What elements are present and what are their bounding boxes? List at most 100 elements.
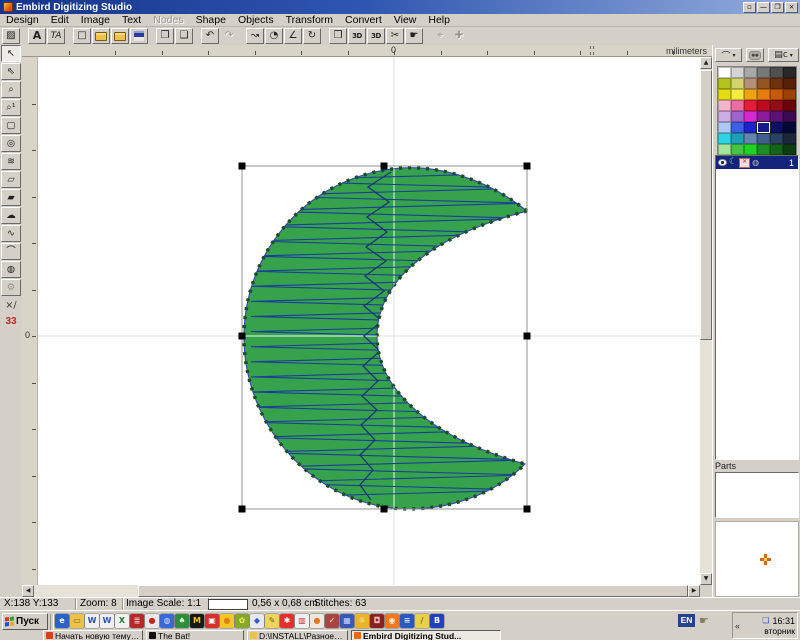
palette-color-1-2[interactable]: [744, 78, 757, 89]
close-button[interactable]: ×: [785, 2, 798, 13]
select-tool[interactable]: ↖: [1, 45, 21, 62]
selection-handle[interactable]: [239, 506, 246, 513]
text-edit-button[interactable]: TA: [47, 28, 65, 44]
menu-transform[interactable]: Transform: [280, 14, 339, 26]
palette-color-6-2[interactable]: [744, 133, 757, 144]
scroll-up-button[interactable]: ▲: [700, 57, 712, 69]
palette-color-2-0[interactable]: [718, 89, 731, 100]
palette-color-5-2[interactable]: [744, 122, 757, 133]
ql-orange-ball-icon[interactable]: ●: [310, 614, 324, 628]
horizontal-scrollbar[interactable]: ◀ ▶: [22, 585, 700, 597]
transform-button[interactable]: ↝: [246, 28, 264, 44]
ql-word-doc-icon[interactable]: W: [100, 614, 114, 628]
object-row-selected[interactable]: ☾ ✕ ◍ 1: [716, 156, 798, 169]
palette-color-1-0[interactable]: [718, 78, 731, 89]
ql-tools-icon[interactable]: ✓: [325, 614, 339, 628]
zoom-1to1-tool[interactable]: ⌕¹: [1, 99, 21, 116]
text-tool-button[interactable]: A: [28, 28, 46, 44]
palette-color-2-2[interactable]: [744, 89, 757, 100]
crescent-design[interactable]: [38, 57, 700, 585]
palette-color-6-4[interactable]: [770, 133, 783, 144]
ql-books-icon[interactable]: ≣: [130, 614, 144, 628]
ql-package-icon[interactable]: ▥: [295, 614, 309, 628]
palette-color-1-1[interactable]: [731, 78, 744, 89]
ql-the-bat-icon[interactable]: M: [190, 614, 204, 628]
palette-color-5-5[interactable]: [783, 122, 796, 133]
menu-design[interactable]: Design: [0, 14, 45, 26]
palette-color-6-3[interactable]: [757, 133, 770, 144]
object-list[interactable]: ☾ ✕ ◍ 1: [715, 155, 799, 460]
create-outline-tool[interactable]: ◎: [1, 135, 21, 152]
ql-notes-icon[interactable]: ✎: [265, 614, 279, 628]
palette-color-2-4[interactable]: [770, 89, 783, 100]
palette-color-0-2[interactable]: [744, 67, 757, 78]
palette-color-5-0[interactable]: [718, 122, 731, 133]
vertical-scroll-thumb[interactable]: [700, 70, 712, 340]
ql-badge-icon[interactable]: ●: [145, 614, 159, 628]
open-button[interactable]: [92, 28, 110, 44]
view-3d-button[interactable]: 3D: [348, 28, 366, 44]
ql-folder-icon[interactable]: ▭: [70, 614, 84, 628]
palette-color-4-1[interactable]: [731, 111, 744, 122]
start-button[interactable]: Пуск: [2, 613, 48, 630]
save-button[interactable]: [130, 28, 148, 44]
palette-color-3-4[interactable]: [770, 100, 783, 111]
shade-button[interactable]: ▫: [743, 2, 756, 13]
palette-color-7-3[interactable]: [757, 144, 770, 155]
language-indicator[interactable]: EN: [678, 614, 695, 627]
palette-color-0-3[interactable]: [757, 67, 770, 78]
scroll-left-button[interactable]: ◀: [22, 585, 34, 597]
sew-simulator-button[interactable]: [746, 48, 764, 62]
import-button[interactable]: [111, 28, 129, 44]
taskbar-window-2[interactable]: The Bat!: [146, 630, 244, 640]
palette-color-4-4[interactable]: [770, 111, 783, 122]
freehand-tool[interactable]: ☁: [1, 207, 21, 224]
ql-bluetooth-icon[interactable]: B: [430, 614, 444, 628]
angle-button[interactable]: ∠: [284, 28, 302, 44]
menu-image[interactable]: Image: [75, 14, 116, 26]
design-canvas[interactable]: [38, 57, 700, 585]
menu-shape[interactable]: Shape: [190, 14, 232, 26]
ql-word-icon[interactable]: W: [85, 614, 99, 628]
palette-color-7-0[interactable]: [718, 144, 731, 155]
frame-button[interactable]: ❒: [329, 28, 347, 44]
palette-color-4-5[interactable]: [783, 111, 796, 122]
palette-color-0-1[interactable]: [731, 67, 744, 78]
fill-pattern-dropdown[interactable]: ▤ c ▾: [768, 48, 799, 62]
palette-color-0-5[interactable]: [783, 67, 796, 78]
palette-color-2-1[interactable]: [731, 89, 744, 100]
ql-diamond-icon[interactable]: ◆: [250, 614, 264, 628]
tray-expand-chevron[interactable]: «: [735, 621, 740, 631]
taskbar-window-3[interactable]: D:\INSTALL\Разное\Embird: [247, 630, 348, 640]
ql-lines-icon[interactable]: ≡: [400, 614, 414, 628]
zigzag-tool[interactable]: ∿: [1, 225, 21, 242]
palette-color-3-2[interactable]: [744, 100, 757, 111]
undo-button[interactable]: ↶: [201, 28, 219, 44]
palette-color-6-0[interactable]: [718, 133, 731, 144]
ql-plant-icon[interactable]: ♠: [175, 614, 189, 628]
create-fill-tool[interactable]: ▢: [1, 117, 21, 134]
palette-color-1-3[interactable]: [757, 78, 770, 89]
menu-objects[interactable]: Objects: [232, 14, 280, 26]
ql-orange-disc-icon[interactable]: ◉: [385, 614, 399, 628]
column-shear-tool[interactable]: ▰: [1, 189, 21, 206]
ql-palette-icon[interactable]: ✿: [235, 614, 249, 628]
ql-excel-icon[interactable]: X: [115, 614, 129, 628]
stitch-edit-button[interactable]: ✂: [386, 28, 404, 44]
palette-color-5-1[interactable]: [731, 122, 744, 133]
palette-color-4-3[interactable]: [757, 111, 770, 122]
parts-list[interactable]: [715, 472, 799, 518]
paste-button[interactable]: ❑: [175, 28, 193, 44]
column-tool[interactable]: ▱: [1, 171, 21, 188]
palette-color-3-3[interactable]: [757, 100, 770, 111]
paint-button[interactable]: ☛: [405, 28, 423, 44]
palette-color-1-5[interactable]: [783, 78, 796, 89]
selection-handle[interactable]: [381, 506, 388, 513]
palette-color-7-1[interactable]: [731, 144, 744, 155]
menu-edit[interactable]: Edit: [45, 14, 75, 26]
taskbar-window-1[interactable]: Начать новую тему :: B...: [43, 630, 143, 640]
vertical-scrollbar[interactable]: ▲ ▼: [700, 57, 712, 585]
scroll-down-button[interactable]: ▼: [700, 573, 712, 585]
ql-red-box-icon[interactable]: ▣: [205, 614, 219, 628]
node-select-tool[interactable]: ⇖: [1, 63, 21, 80]
